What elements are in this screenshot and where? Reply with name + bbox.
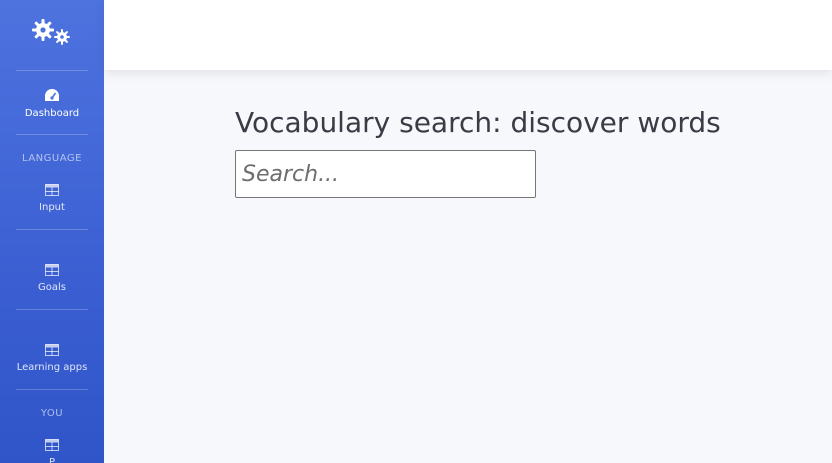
sidebar-item-goals[interactable]: Goals	[0, 264, 104, 293]
table-icon	[45, 184, 59, 196]
section-heading-language: LANGUAGE	[22, 153, 82, 164]
sidebar-divider	[16, 389, 88, 390]
sidebar-item-input[interactable]: Input	[0, 184, 104, 213]
brand-logo[interactable]	[0, 0, 104, 70]
table-icon	[45, 264, 59, 276]
tachometer-icon	[44, 88, 60, 102]
topbar	[104, 0, 832, 70]
sidebar-divider	[16, 309, 88, 310]
sidebar-item-label: Input	[39, 202, 65, 213]
sidebar-divider	[16, 70, 88, 71]
section-heading-you: YOU	[40, 408, 64, 419]
table-icon	[45, 344, 59, 356]
page-title: Vocabulary search: discover words	[235, 106, 721, 139]
sidebar-item-label: Dashboard	[24, 108, 80, 119]
sidebar-divider	[16, 134, 88, 135]
main-content: Vocabulary search: discover words	[104, 70, 832, 463]
sidebar-item-label: Learning apps	[16, 362, 88, 373]
search-input[interactable]	[235, 150, 536, 198]
sidebar-item-profile[interactable]: P	[0, 439, 104, 463]
app-root: Dashboard LANGUAGE Input Goals Learning …	[0, 0, 832, 463]
sidebar-item-learning-apps[interactable]: Learning apps	[0, 344, 104, 373]
sidebar-item-label: Goals	[38, 282, 66, 293]
sidebar-item-label: P	[48, 457, 56, 463]
table-icon	[45, 439, 59, 451]
gears-icon	[30, 18, 74, 52]
sidebar-item-dashboard[interactable]: Dashboard	[0, 88, 104, 119]
sidebar: Dashboard LANGUAGE Input Goals Learning …	[0, 0, 104, 463]
sidebar-divider	[16, 229, 88, 230]
